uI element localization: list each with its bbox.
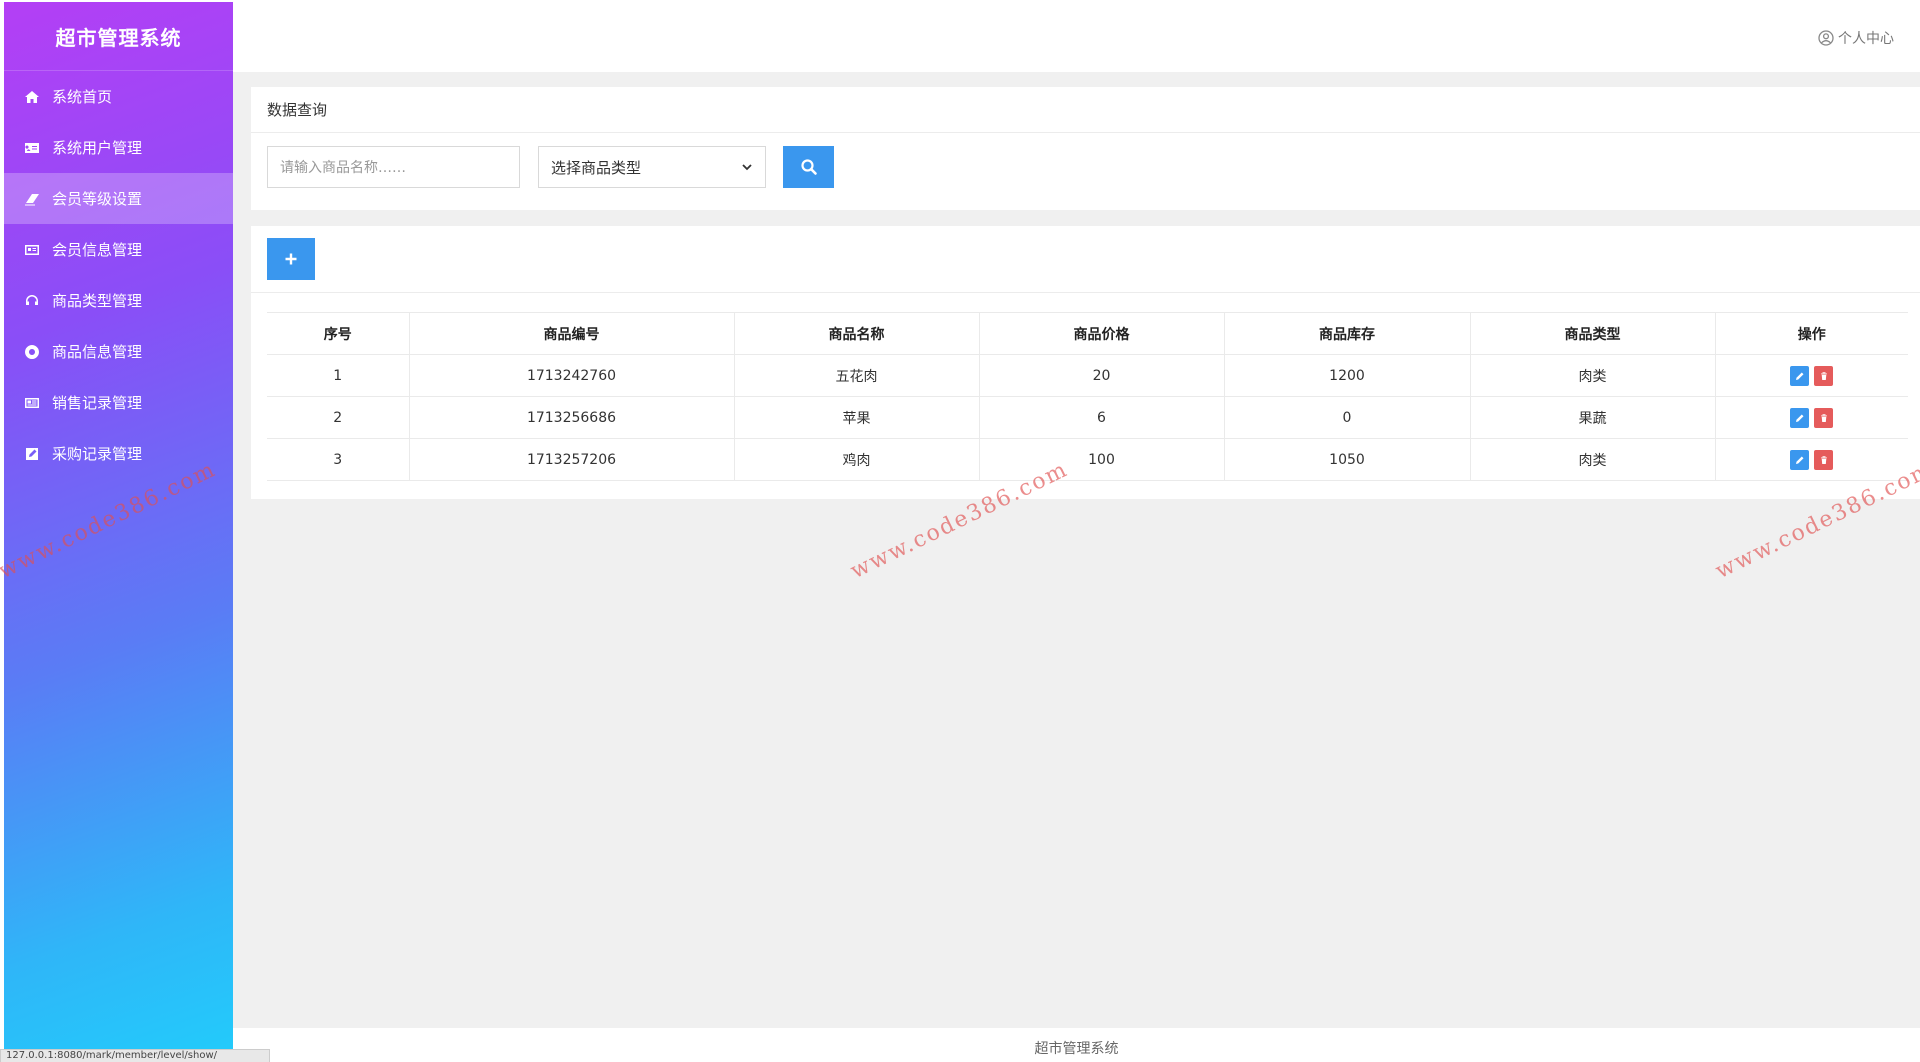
lifebuoy-icon [22, 344, 42, 360]
sidebar-item-product-type[interactable]: 商品类型管理 [4, 275, 233, 326]
trash-icon [1820, 413, 1827, 422]
table-row: 1 1713242760 五花肉 20 1200 肉类 [267, 354, 1908, 397]
product-type-select[interactable]: 选择商品类型 [538, 146, 766, 188]
cell-type: 肉类 [1470, 438, 1716, 481]
main-content: 个人中心 数据查询 请输入商品名称…… 选择商品类型 序号 商品编号 商品名称 … [233, 0, 1920, 1062]
query-form: 请输入商品名称…… 选择商品类型 [251, 133, 1920, 188]
sidebar-menu: 系统首页 系统用户管理 会员等级设置 会员信息管理 商品类型管理 商品信息管理 … [4, 71, 233, 479]
sidebar-item-purchase-records[interactable]: 采购记录管理 [4, 428, 233, 479]
sidebar-item-label: 商品类型管理 [52, 292, 143, 310]
cell-price: 20 [979, 354, 1225, 397]
cell-stock: 1050 [1224, 438, 1471, 481]
delete-button[interactable] [1814, 407, 1834, 428]
cell-name: 苹果 [734, 396, 980, 439]
cell-index: 2 [267, 396, 410, 439]
cell-actions [1715, 396, 1908, 439]
chevron-down-icon [742, 164, 752, 171]
cell-type: 肉类 [1470, 354, 1716, 397]
id-card-icon [22, 140, 42, 156]
col-code-header: 商品编号 [409, 312, 735, 355]
product-table: 序号 商品编号 商品名称 商品价格 商品库存 商品类型 操作 1 1713242… [267, 312, 1908, 481]
cell-price: 6 [979, 396, 1225, 439]
table-row: 2 1713256686 苹果 6 0 果蔬 [267, 396, 1908, 439]
cell-stock: 1200 [1224, 354, 1471, 397]
sidebar-item-product-info[interactable]: 商品信息管理 [4, 326, 233, 377]
query-panel: 数据查询 请输入商品名称…… 选择商品类型 [251, 87, 1920, 210]
eraser-icon [22, 191, 42, 207]
app-root: 超市管理系统 系统首页 系统用户管理 会员等级设置 会员信息管理 商品类型管理 … [0, 0, 1920, 1062]
top-bar: 个人中心 [233, 0, 1920, 72]
trash-icon [1820, 455, 1827, 464]
cell-code: 1713257206 [409, 438, 735, 481]
cell-code: 1713242760 [409, 354, 735, 397]
sidebar-item-member-level[interactable]: 会员等级设置 [4, 173, 233, 224]
cell-name: 鸡肉 [734, 438, 980, 481]
newspaper-icon [22, 395, 42, 411]
search-icon [800, 159, 817, 175]
footer: 超市管理系统 [233, 1028, 1920, 1062]
col-actions-header: 操作 [1715, 312, 1908, 355]
cell-code: 1713256686 [409, 396, 735, 439]
table-header-row: 序号 商品编号 商品名称 商品价格 商品库存 商品类型 操作 [267, 312, 1908, 355]
edit-icon [1795, 414, 1804, 422]
cell-index: 1 [267, 354, 410, 397]
add-product-button[interactable] [267, 238, 315, 280]
query-panel-title: 数据查询 [251, 87, 1920, 133]
sidebar-item-label: 销售记录管理 [52, 394, 143, 412]
search-button[interactable] [783, 146, 834, 188]
table-row: 3 1713257206 鸡肉 100 1050 肉类 [267, 438, 1908, 481]
cell-actions [1715, 354, 1908, 397]
sidebar-item-label: 商品信息管理 [52, 343, 143, 361]
edit-square-icon [22, 446, 42, 462]
sidebar-item-system-users[interactable]: 系统用户管理 [4, 122, 233, 173]
cell-actions [1715, 438, 1908, 481]
address-card-icon [22, 242, 42, 258]
cell-index: 3 [267, 438, 410, 481]
col-type-header: 商品类型 [1470, 312, 1716, 355]
trash-icon [1820, 371, 1827, 380]
user-circle-icon [1818, 30, 1834, 46]
user-center-link[interactable]: 个人中心 [1818, 28, 1894, 48]
sidebar-item-label: 会员信息管理 [52, 241, 143, 259]
cell-name: 五花肉 [734, 354, 980, 397]
product-name-placeholder: 请输入商品名称…… [280, 160, 406, 176]
app-title: 超市管理系统 [4, 2, 233, 71]
edit-button[interactable] [1790, 365, 1810, 386]
edit-icon [1795, 456, 1804, 464]
delete-button[interactable] [1814, 365, 1834, 386]
product-name-input[interactable]: 请输入商品名称…… [267, 146, 520, 188]
sidebar-item-home[interactable]: 系统首页 [4, 71, 233, 122]
browser-status-url: 127.0.0.1:8080/mark/member/level/show/ [0, 1049, 270, 1062]
col-stock-header: 商品库存 [1224, 312, 1471, 355]
cell-stock: 0 [1224, 396, 1471, 439]
sidebar-item-sales-records[interactable]: 销售记录管理 [4, 377, 233, 428]
edit-button[interactable] [1790, 407, 1810, 428]
product-type-select-value: 选择商品类型 [551, 158, 642, 177]
sidebar-item-label: 采购记录管理 [52, 445, 143, 463]
sidebar-item-label: 系统用户管理 [52, 139, 143, 157]
sidebar-item-member-info[interactable]: 会员信息管理 [4, 224, 233, 275]
user-center-label: 个人中心 [1838, 31, 1894, 47]
delete-button[interactable] [1814, 449, 1834, 470]
headset-icon [22, 293, 42, 309]
table-panel: 序号 商品编号 商品名称 商品价格 商品库存 商品类型 操作 1 1713242… [251, 226, 1920, 499]
sidebar-item-label: 会员等级设置 [52, 190, 143, 208]
col-index-header: 序号 [267, 312, 410, 355]
home-icon [22, 89, 42, 105]
plus-icon [285, 253, 297, 265]
col-name-header: 商品名称 [734, 312, 980, 355]
table-toolbar [251, 226, 1920, 293]
edit-button[interactable] [1790, 449, 1810, 470]
cell-type: 果蔬 [1470, 396, 1716, 439]
edit-icon [1795, 372, 1804, 380]
sidebar-item-label: 系统首页 [52, 88, 113, 106]
cell-price: 100 [979, 438, 1225, 481]
col-price-header: 商品价格 [979, 312, 1225, 355]
sidebar: 超市管理系统 系统首页 系统用户管理 会员等级设置 会员信息管理 商品类型管理 … [4, 2, 233, 1062]
